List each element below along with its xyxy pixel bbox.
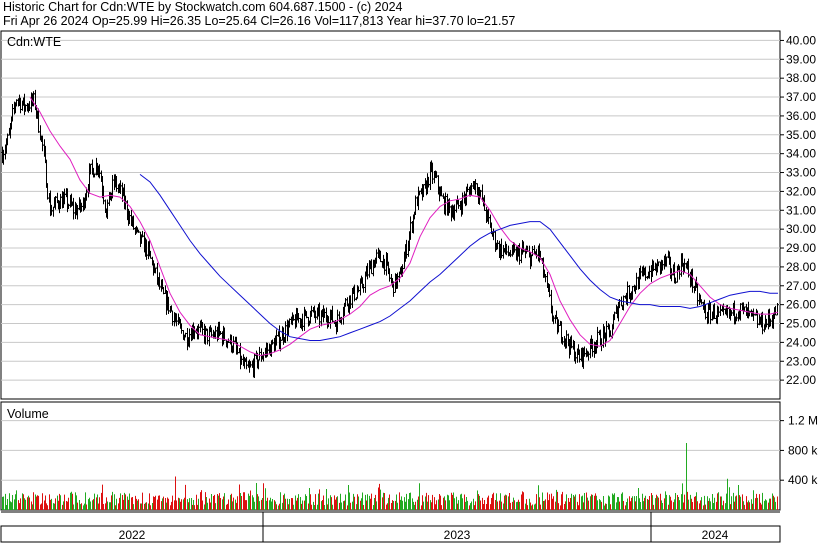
price-tick-label: 38.00 [786,71,816,85]
chart-canvas: Cdn:WTE 40.00 39.00 38.00 37.00 36.00 35.00 34… [0,30,818,543]
price-tick-label: 22.00 [786,373,816,387]
volume-label: Volume [7,407,49,421]
price-tick-label: 33.00 [786,166,816,180]
volume-tick-label: 1.2 M [788,414,818,428]
price-panel [0,30,781,400]
price-tick-label: 26.00 [786,298,816,312]
price-axis: 40.00 39.00 38.00 37.00 36.00 35.00 34.00 33.00… [780,33,816,387]
price-tick-label: 27.00 [786,279,816,293]
price-tick-label: 37.00 [786,90,816,104]
price-tick-label: 31.00 [786,203,816,217]
price-tick-label: 24.00 [786,335,816,349]
price-tick-label: 39.00 [786,52,816,66]
price-tick-label: 35.00 [786,128,816,142]
year-label-2023: 2023 [444,528,471,542]
price-tick-label: 28.00 [786,260,816,274]
price-tick-label: 34.00 [786,147,816,161]
price-tick-label: 23.00 [786,354,816,368]
symbol-label: Cdn:WTE [7,35,61,49]
volume-tick-label: 400 k [788,473,818,487]
price-tick-label: 40.00 [786,33,816,47]
volume-panel [0,401,781,511]
volume-tick-label: 800 k [788,443,818,457]
year-label-2024: 2024 [702,528,729,542]
volume-axis: 1.2 M 800 k 400 k [780,414,818,487]
year-label-2022: 2022 [119,528,146,542]
price-tick-label: 32.00 [786,184,816,198]
price-tick-label: 29.00 [786,241,816,255]
price-tick-label: 30.00 [786,222,816,236]
price-tick-label: 25.00 [786,317,816,331]
price-tick-label: 36.00 [786,109,816,123]
